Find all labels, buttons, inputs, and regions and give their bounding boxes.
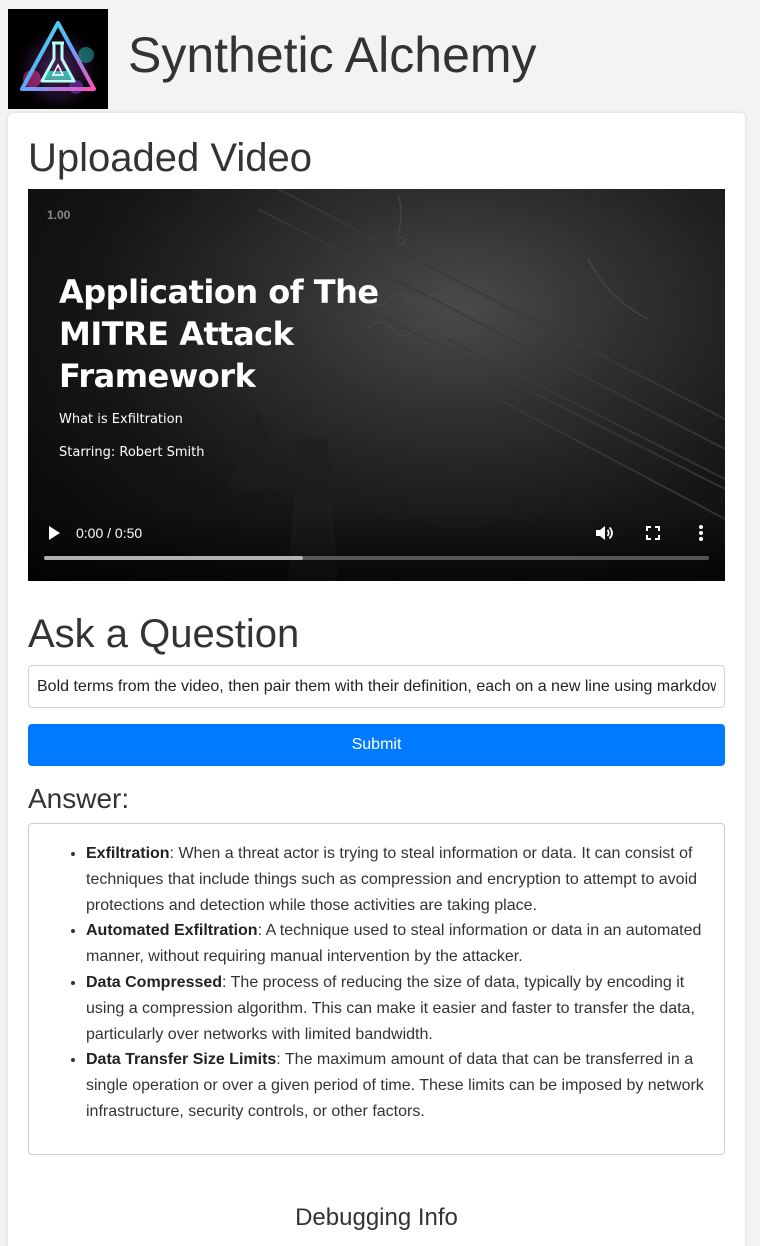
controls-bar: [28, 511, 725, 581]
play-icon[interactable]: [45, 523, 63, 543]
time-display: 0:00 / 0:50: [76, 525, 143, 541]
answer-term: Exfiltration: [86, 845, 170, 862]
flask-triangle-logo-icon: [8, 9, 108, 109]
answer-term: Automated Exfiltration: [86, 922, 258, 940]
answer-item: Data Transfer Size Limits: The maximum a…: [86, 1047, 708, 1124]
site-title: Synthetic Alchemy: [128, 27, 537, 83]
fullscreen-icon[interactable]: [643, 523, 663, 543]
answer-item: Data Compressed: The process of reducing…: [86, 970, 708, 1047]
progress-buffered: [44, 556, 304, 560]
answer-item: Automated Exfiltration: A technique used…: [86, 918, 708, 970]
slide-title: Application of The MITRE Attack Framewor…: [59, 273, 379, 395]
progress-bar[interactable]: [44, 556, 709, 560]
submit-button[interactable]: Submit: [28, 724, 725, 766]
slide-starring: Starring: Robert Smith: [59, 445, 205, 460]
volume-icon[interactable]: [594, 523, 614, 543]
video-player[interactable]: 1.00 Application of The MITRE Attack Fra…: [28, 189, 725, 581]
answer-item: Exfiltration: When a threat actor is try…: [86, 841, 708, 918]
answer-heading: Answer:: [28, 783, 130, 814]
more-vertical-icon[interactable]: [691, 523, 711, 543]
answer-term: Data Compressed: [86, 973, 223, 991]
answer-box: Exfiltration: When a threat actor is try…: [28, 823, 725, 1155]
slide-subtitle: What is Exfiltration: [59, 412, 183, 427]
question-input[interactable]: [28, 665, 725, 708]
debugging-info-heading[interactable]: Debugging Info: [8, 1204, 745, 1232]
answer-definition: : When a threat actor is trying to steal…: [86, 845, 698, 914]
uploaded-video-heading: Uploaded Video: [28, 136, 312, 180]
playback-rate: 1.00: [47, 208, 71, 222]
answer-term: Data Transfer Size Limits: [86, 1051, 277, 1069]
answer-list: Exfiltration: When a threat actor is try…: [86, 841, 708, 1125]
ask-question-heading: Ask a Question: [28, 612, 300, 656]
header: Synthetic Alchemy: [0, 0, 760, 112]
